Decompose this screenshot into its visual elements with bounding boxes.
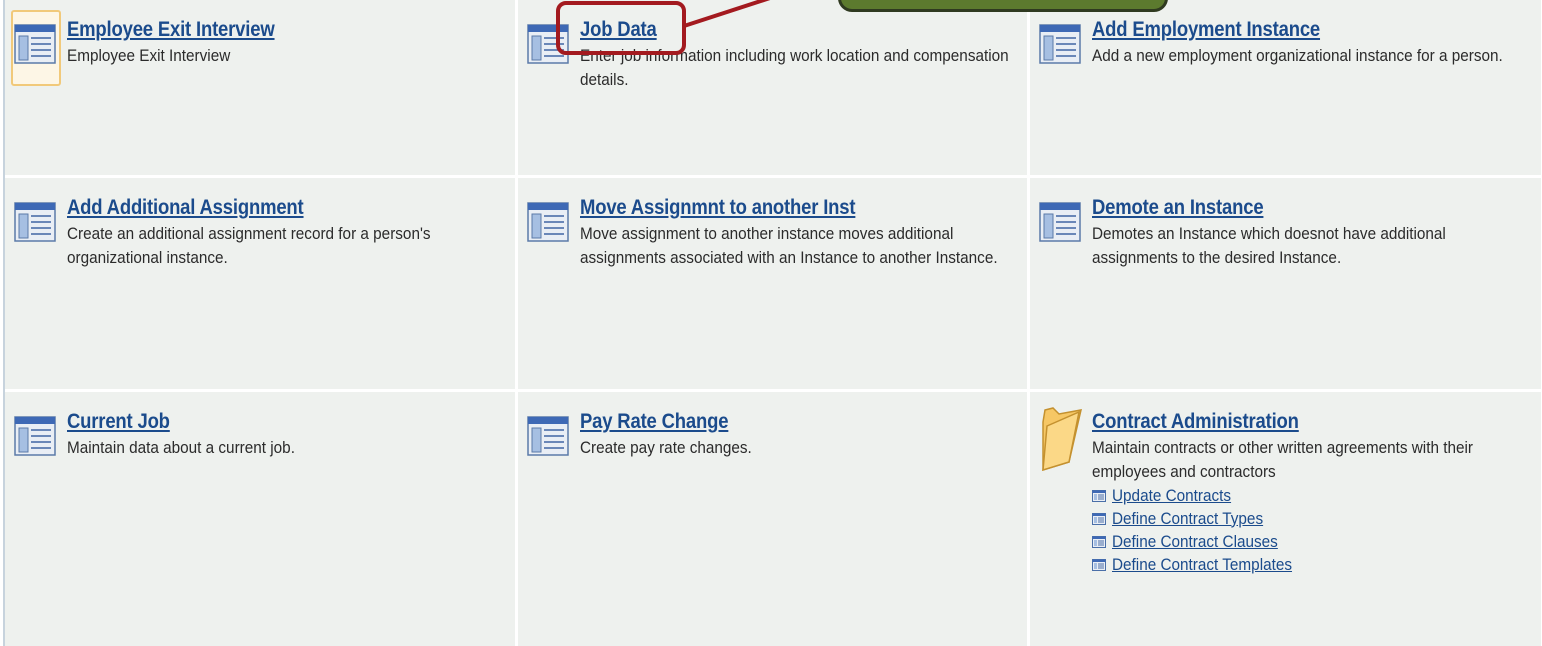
- page-icon[interactable]: [1039, 200, 1083, 244]
- tile-title-link[interactable]: Add Additional Assignment: [67, 196, 304, 220]
- menu-cell-current-job: Current Job Maintain data about a curren…: [5, 392, 515, 646]
- page-icon[interactable]: [527, 414, 571, 458]
- page-icon[interactable]: [14, 414, 58, 458]
- tile-description: Demotes an Instance which doesnot have a…: [1092, 224, 1446, 267]
- menu-cell-add-employment-instance: Add Employment Instance Add a new employ…: [1030, 0, 1541, 175]
- tile-title-link[interactable]: Contract Administration: [1092, 410, 1299, 434]
- page-small-icon: [1092, 489, 1106, 502]
- menu-cell-contract-administration: Contract Administration Maintain contrac…: [1030, 392, 1541, 646]
- menu-cell-move-assignment: Move Assignmnt to another Inst Move assi…: [518, 178, 1027, 389]
- sublink-label[interactable]: Define Contract Types: [1112, 508, 1263, 530]
- tile-description: Maintain contracts or other written agre…: [1092, 438, 1473, 481]
- tile-content: Move Assignmnt to another Inst Move assi…: [580, 196, 1019, 270]
- page-icon[interactable]: [527, 200, 571, 244]
- sublink-list: Update Contracts Define Contract Types D…: [1092, 484, 1533, 576]
- page-icon[interactable]: [11, 10, 61, 86]
- annotation-highlight-box: [556, 1, 686, 55]
- page-small-icon: [1092, 535, 1106, 548]
- page-icon[interactable]: [14, 200, 58, 244]
- menu-cell-add-additional-assignment: Add Additional Assignment Create an addi…: [5, 178, 515, 389]
- tile-content: Demote an Instance Demotes an Instance w…: [1092, 196, 1533, 270]
- tile-title-link[interactable]: Employee Exit Interview: [67, 18, 275, 42]
- tile-content: Contract Administration Maintain contrac…: [1092, 410, 1533, 576]
- menu-tile: Move Assignmnt to another Inst Move assi…: [527, 196, 1019, 270]
- annotation-callout: [838, 0, 1168, 12]
- menu-cell-demote-instance: Demote an Instance Demotes an Instance w…: [1030, 178, 1541, 389]
- tile-content: Employee Exit Interview Employee Exit In…: [67, 18, 507, 68]
- tile-description: Maintain data about a current job.: [67, 438, 295, 457]
- sublink-define-contract-types[interactable]: Define Contract Types: [1092, 507, 1533, 530]
- tile-content: Current Job Maintain data about a curren…: [67, 410, 507, 460]
- menu-tile: Contract Administration Maintain contrac…: [1039, 407, 1533, 576]
- menu-tile: Demote an Instance Demotes an Instance w…: [1039, 196, 1533, 270]
- tile-description: Employee Exit Interview: [67, 46, 231, 65]
- tile-title-link[interactable]: Pay Rate Change: [580, 410, 729, 434]
- folder-icon[interactable]: [1039, 404, 1085, 474]
- tile-content: Add Employment Instance Add a new employ…: [1092, 18, 1533, 68]
- menu-tile: Add Employment Instance Add a new employ…: [1039, 18, 1533, 68]
- menu-cell-pay-rate-change: Pay Rate Change Create pay rate changes.: [518, 392, 1027, 646]
- menu-tile: Pay Rate Change Create pay rate changes.: [527, 410, 1019, 460]
- tile-title-link[interactable]: Move Assignmnt to another Inst: [580, 196, 856, 220]
- menu-grid: Employee Exit Interview Employee Exit In…: [3, 0, 1541, 646]
- tile-title-link[interactable]: Current Job: [67, 410, 170, 434]
- menu-cell-employee-exit-interview: Employee Exit Interview Employee Exit In…: [5, 0, 515, 175]
- page-small-icon: [1092, 558, 1106, 571]
- page-icon[interactable]: [1039, 22, 1083, 66]
- menu-tile: Add Additional Assignment Create an addi…: [14, 196, 507, 270]
- tile-title-link[interactable]: Demote an Instance: [1092, 196, 1264, 220]
- tile-title-link[interactable]: Add Employment Instance: [1092, 18, 1320, 42]
- page-small-icon: [1092, 512, 1106, 525]
- page-frame: Employee Exit Interview Employee Exit In…: [0, 0, 1542, 646]
- menu-tile: Current Job Maintain data about a curren…: [14, 410, 507, 460]
- tile-content: Add Additional Assignment Create an addi…: [67, 196, 507, 270]
- sublink-label[interactable]: Update Contracts: [1112, 485, 1231, 507]
- tile-description: Move assignment to another instance move…: [580, 224, 998, 267]
- sublink-label[interactable]: Define Contract Templates: [1112, 554, 1292, 576]
- sublink-update-contracts[interactable]: Update Contracts: [1092, 484, 1533, 507]
- tile-content: Pay Rate Change Create pay rate changes.: [580, 410, 1019, 460]
- sublink-define-contract-templates[interactable]: Define Contract Templates: [1092, 553, 1533, 576]
- menu-tile: Employee Exit Interview Employee Exit In…: [11, 10, 507, 86]
- tile-description: Add a new employment organizational inst…: [1092, 46, 1503, 65]
- tile-description: Create pay rate changes.: [580, 438, 752, 457]
- sublink-label[interactable]: Define Contract Clauses: [1112, 531, 1278, 553]
- tile-description: Create an additional assignment record f…: [67, 224, 431, 267]
- sublink-define-contract-clauses[interactable]: Define Contract Clauses: [1092, 530, 1533, 553]
